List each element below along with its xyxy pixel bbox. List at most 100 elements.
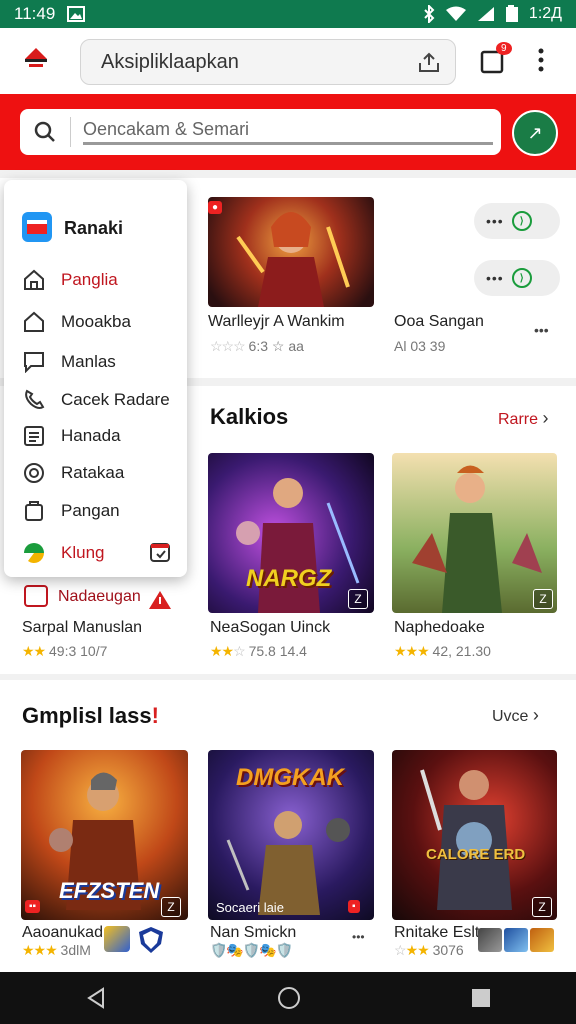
back-icon[interactable]: [85, 987, 107, 1009]
game-title[interactable]: Sarpal Manuslan: [22, 619, 142, 637]
circle-icon: [22, 461, 46, 485]
leftover-icon: [24, 585, 48, 607]
recents-icon[interactable]: [471, 988, 491, 1008]
game-thumbnail[interactable]: CALORE ERD Z: [392, 750, 557, 920]
label-badge: ▪▪: [25, 900, 41, 913]
featured-rating-1: ☆☆☆ 6:3 ☆ aa: [210, 338, 304, 354]
drawer-item-hanada[interactable]: Hanada: [4, 419, 187, 453]
bag-icon: [22, 499, 46, 523]
drawer-item-klung[interactable]: Klung: [4, 536, 187, 570]
shield-icon[interactable]: [138, 926, 164, 954]
game-rating: ★★ 49:3 10/7: [22, 643, 108, 659]
battery-level: 1:2Д: [528, 5, 562, 22]
label-badge: ●: [208, 201, 223, 214]
navigation-drawer: Ranaki Panglia Mooakba Manlas Cacek Rada…: [4, 180, 187, 577]
divider: [0, 674, 576, 680]
pie-icon: [22, 541, 46, 565]
game-title[interactable]: NeaSogan Uinck: [210, 619, 330, 637]
app-bar: Aksipliklaapkan 9: [0, 28, 576, 94]
mini-avatars: 🛡️🎭🛡️🎭🛡️: [210, 942, 293, 958]
share-icon[interactable]: [417, 51, 441, 73]
home-icon: [22, 268, 46, 292]
drawer-item-ratakaa[interactable]: Ratakaa: [4, 456, 187, 490]
warning-icon: [148, 590, 172, 610]
leftover-title[interactable]: Nadaeugan: [58, 588, 141, 606]
chevron-right-icon: ›: [532, 705, 539, 725]
bluetooth-icon: [423, 5, 435, 23]
drawer-item-panglia[interactable]: Panglia: [4, 263, 187, 297]
game-title[interactable]: Nan Smickn: [210, 924, 296, 942]
chat-icon: [22, 350, 46, 374]
tabs-count-badge: 9: [496, 42, 512, 55]
divider: [0, 170, 576, 178]
featured-title-2[interactable]: Ooa Sangan: [394, 313, 484, 331]
voice-button[interactable]: ↗: [512, 110, 558, 156]
drawer-item-mooakba[interactable]: Mooakba: [4, 305, 187, 339]
home-button-icon[interactable]: [277, 986, 301, 1010]
drawer-item-pangan[interactable]: Pangan: [4, 494, 187, 528]
overflow-menu-icon[interactable]: •••: [534, 322, 549, 338]
app-logo-icon[interactable]: [23, 46, 49, 72]
game-title[interactable]: Aaoanukad: [22, 924, 103, 942]
badge-icon: Z: [348, 589, 368, 609]
overflow-menu-icon[interactable]: •••: [352, 930, 365, 944]
install-icon[interactable]: ⟩: [511, 211, 532, 231]
phone-icon: [22, 388, 46, 412]
game-thumbnail[interactable]: NARGZ Z: [208, 453, 374, 613]
gallery-icon: [67, 6, 86, 22]
featured-title-1[interactable]: Warlleyjr A Wankim: [208, 313, 345, 331]
game-logo-text: NARGZ: [246, 565, 332, 592]
game-rating: ★★★ 3dlM: [22, 942, 91, 958]
more-dots-icon[interactable]: •••: [486, 270, 504, 286]
game-title[interactable]: Naphedoake: [394, 619, 485, 637]
more-dots-icon[interactable]: •••: [486, 213, 504, 229]
see-more-link[interactable]: Rarre ›: [498, 408, 548, 429]
drawer-logo-icon: [22, 212, 52, 242]
game-thumbnail[interactable]: EFZSTEN ▪▪ Z: [21, 750, 188, 920]
section-title: Gmplisl lass!: [22, 703, 159, 728]
badge-icon: Z: [533, 589, 553, 609]
signal-icon: [477, 6, 495, 22]
address-text: Aksipliklaapkan: [101, 50, 239, 73]
game-rating: ★★★ 42, 21.30: [394, 643, 491, 659]
chevron-right-icon: ›: [542, 408, 549, 428]
install-icon[interactable]: ⟩: [511, 268, 532, 288]
section-title: Kalkios: [210, 404, 289, 429]
home-outline-icon: [22, 310, 46, 334]
search-icon[interactable]: [34, 121, 56, 143]
label-badge: ▪: [348, 900, 360, 913]
badge-icon: Z: [161, 897, 181, 917]
calendar-icon[interactable]: [149, 541, 171, 563]
search-box[interactable]: Oencakam & Semari: [20, 109, 501, 155]
drawer-item-manlas[interactable]: Manlas: [4, 345, 187, 379]
search-input[interactable]: Oencakam & Semari: [83, 119, 493, 145]
drawer-item-cacek-radare[interactable]: Cacek Radare: [4, 383, 187, 417]
mini-app-icons[interactable]: [478, 928, 554, 952]
drawer-title: Ranaki: [64, 218, 124, 238]
game-caption: Socaeri laie: [216, 900, 284, 915]
tabs-icon[interactable]: 9: [480, 42, 512, 74]
more-vert-icon[interactable]: [538, 48, 544, 72]
game-rating: ★★☆ 75.8 14.4: [210, 643, 307, 659]
badge-icon: Z: [532, 897, 552, 917]
game-logo-text: DMGKAK: [236, 764, 344, 791]
app-icon[interactable]: [104, 926, 130, 952]
game-logo-text: CALORE ERD: [426, 846, 526, 863]
game-title[interactable]: Rnitake Eslt: [394, 924, 479, 942]
voice-icon: ↗: [527, 122, 543, 143]
featured-actions-2[interactable]: ••• ⟩: [474, 260, 560, 296]
game-logo-text: EFZSTEN: [59, 878, 160, 903]
battery-icon: [505, 5, 519, 23]
search-header: Oencakam & Semari ↗: [0, 94, 576, 170]
see-more-link[interactable]: Uvce ›: [492, 705, 539, 726]
clock: 11:49: [14, 4, 56, 23]
featured-actions-1[interactable]: ••• ⟩: [474, 203, 560, 239]
game-thumbnail[interactable]: Z: [392, 453, 557, 613]
list-icon: [22, 424, 46, 448]
game-artwork: [420, 769, 512, 910]
hero-artwork: [236, 212, 350, 307]
game-thumbnail[interactable]: DMGKAK Socaeri laie ▪: [208, 750, 374, 920]
featured-thumbnail-1[interactable]: ●: [208, 197, 374, 307]
address-bar[interactable]: Aksipliklaapkan: [80, 39, 456, 85]
game-rating: ☆★★ 3076: [394, 942, 464, 958]
